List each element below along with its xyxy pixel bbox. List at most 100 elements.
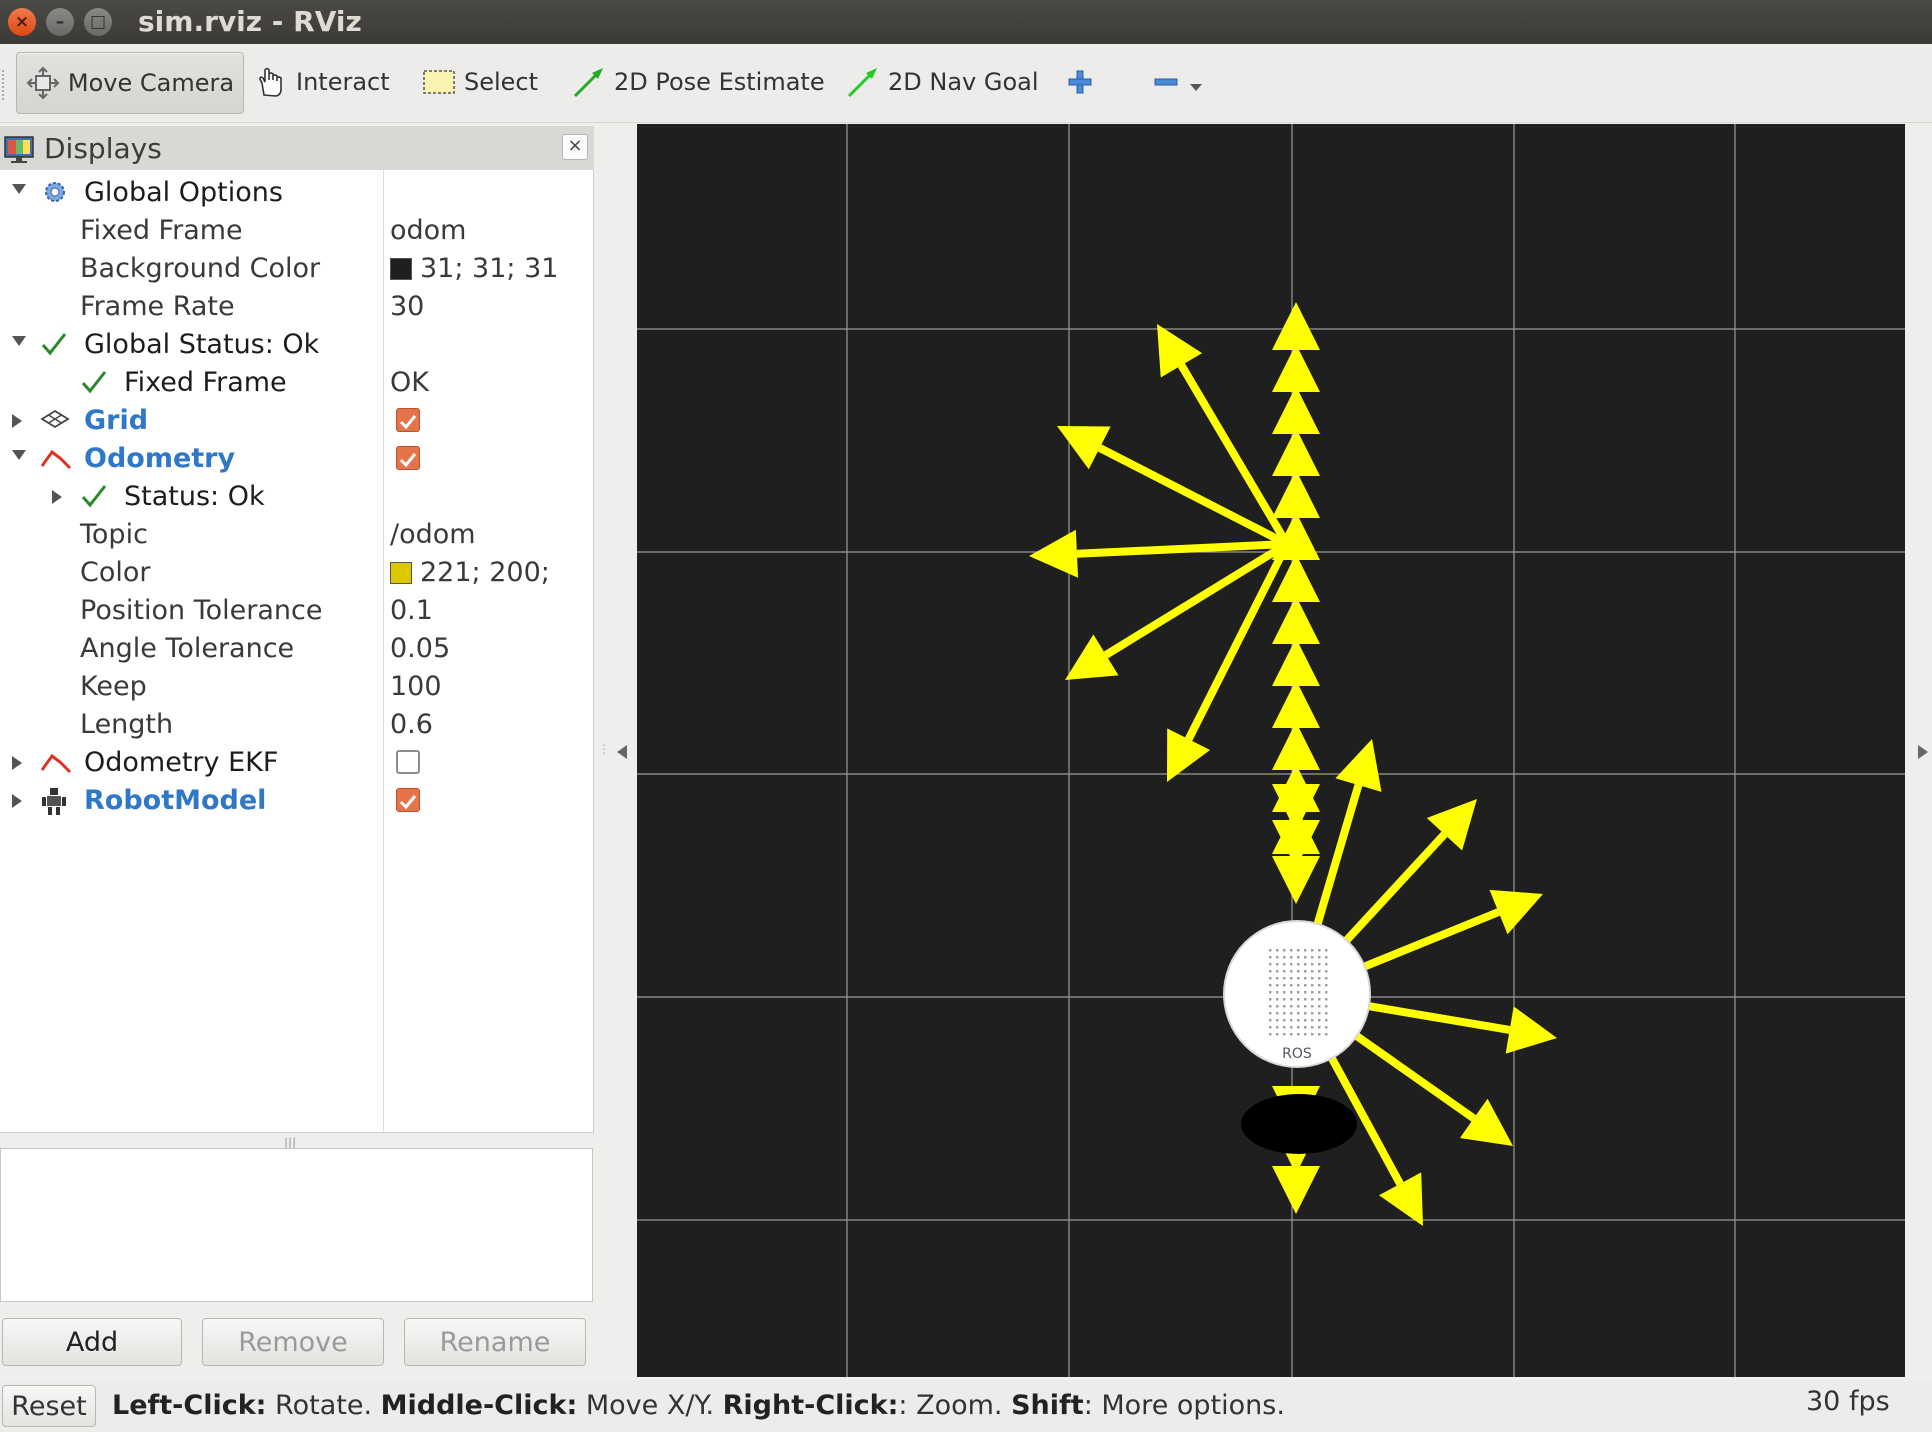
odometry-arrow <box>1272 344 1320 392</box>
keep-value[interactable]: 100 <box>390 671 442 702</box>
pose-estimate-label: 2D Pose Estimate <box>614 68 825 96</box>
length-value[interactable]: 0.6 <box>390 709 433 740</box>
tree-row-global-options[interactable]: Global Options <box>0 174 593 212</box>
tree-row-fixed-frame[interactable]: Fixed Frame odom <box>0 212 593 250</box>
robot-detail <box>1311 956 1314 959</box>
interact-button[interactable]: Interact <box>254 52 390 112</box>
window-minimize-button[interactable]: – <box>46 8 74 36</box>
fixed-frame-value[interactable]: odom <box>390 215 466 246</box>
tree-row-grid[interactable]: Grid <box>0 402 593 440</box>
tree-row-position-tolerance[interactable]: Position Tolerance 0.1 <box>0 592 593 630</box>
odometry-checkbox[interactable] <box>396 446 420 470</box>
robot-detail <box>1297 998 1300 1001</box>
tree-row-background-color[interactable]: Background Color 31; 31; 31 <box>0 250 593 288</box>
tree-row-length[interactable]: Length 0.6 <box>0 706 593 744</box>
robot-detail <box>1283 1012 1286 1015</box>
topic-label: Topic <box>80 519 148 550</box>
robot-detail <box>1283 963 1286 966</box>
robot-detail <box>1304 1019 1307 1022</box>
position-tolerance-value[interactable]: 0.1 <box>390 595 433 626</box>
toolbar-handle[interactable] <box>2 70 8 100</box>
toolbar: Move Camera Interact Select 2D Pose Esti… <box>0 44 1932 123</box>
robot-detail <box>1325 956 1328 959</box>
expand-arrow-icon[interactable] <box>12 794 22 808</box>
robot-detail <box>1318 977 1321 980</box>
tree-row-frame-rate[interactable]: Frame Rate 30 <box>0 288 593 326</box>
expand-arrow-icon[interactable] <box>12 450 26 460</box>
2d-nav-goal-button[interactable]: 2D Nav Goal <box>846 52 1039 112</box>
robot-detail <box>1283 1026 1286 1029</box>
scene-canvas[interactable]: ROS <box>637 124 1905 1377</box>
robot-detail <box>1304 1005 1307 1008</box>
gear-icon <box>45 182 65 202</box>
remove-button[interactable]: Remove <box>202 1318 384 1366</box>
robot-detail <box>1318 1012 1321 1015</box>
robot-detail <box>1276 1033 1279 1036</box>
expand-arrow-icon[interactable] <box>12 336 26 346</box>
expand-arrow-icon[interactable] <box>52 490 62 504</box>
robot-detail <box>1318 998 1321 1001</box>
add-button[interactable]: Add <box>2 1318 182 1366</box>
angle-tolerance-value[interactable]: 0.05 <box>390 633 450 664</box>
background-color-value[interactable]: 31; 31; 31 <box>390 253 558 284</box>
expand-arrow-icon[interactable] <box>12 756 22 770</box>
odometry-arrow <box>1272 596 1320 644</box>
select-button[interactable]: Select <box>422 52 538 112</box>
move-camera-button[interactable]: Move Camera <box>16 52 244 114</box>
robot-detail <box>1318 1033 1321 1036</box>
robot-model-checkbox[interactable] <box>396 788 420 812</box>
odometry-arrow <box>1272 638 1320 686</box>
nav-goal-label: 2D Nav Goal <box>888 68 1039 96</box>
grid-icon <box>40 409 70 429</box>
tree-row-robot-model[interactable]: RobotModel <box>0 782 593 820</box>
length-label: Length <box>80 709 174 740</box>
expand-arrow-icon[interactable] <box>12 184 26 194</box>
left-splitter-grip[interactable]: ⋮ <box>598 742 610 756</box>
window-close-button[interactable]: × <box>8 8 36 36</box>
frame-rate-value[interactable]: 30 <box>390 291 424 322</box>
tree-row-odometry[interactable]: Odometry <box>0 440 593 478</box>
robot-detail <box>1297 977 1300 980</box>
color-value[interactable]: 221; 200; <box>390 557 550 588</box>
collapse-left-arrow-icon[interactable] <box>617 745 627 759</box>
window-maximize-button[interactable]: □ <box>84 8 112 36</box>
tree-row-topic[interactable]: Topic /odom <box>0 516 593 554</box>
2d-pose-estimate-button[interactable]: 2D Pose Estimate <box>572 52 825 112</box>
grid-checkbox[interactable] <box>396 408 420 432</box>
odometry-arrow <box>1272 680 1320 728</box>
tree-row-angle-tolerance[interactable]: Angle Tolerance 0.05 <box>0 630 593 668</box>
3d-viewport[interactable]: ROS <box>637 124 1905 1377</box>
tree-row-odometry-ekf[interactable]: Odometry EKF <box>0 744 593 782</box>
tree-row-keep[interactable]: Keep 100 <box>0 668 593 706</box>
collapse-right-arrow-icon[interactable] <box>1918 745 1928 759</box>
displays-tree[interactable]: Global Options Fixed Frame odom Backgrou… <box>0 170 594 1133</box>
tree-row-status-fixed-frame[interactable]: Fixed Frame OK <box>0 364 593 402</box>
robot-detail <box>1304 998 1307 1001</box>
displays-close-button[interactable]: × <box>562 134 588 160</box>
reset-button[interactable]: Reset <box>2 1385 96 1427</box>
tree-row-global-status[interactable]: Global Status: Ok <box>0 326 593 364</box>
robot-detail <box>1269 1012 1272 1015</box>
tree-row-color[interactable]: Color 221; 200; <box>0 554 593 592</box>
chevron-down-icon[interactable] <box>1188 68 1204 96</box>
expand-arrow-icon[interactable] <box>12 414 22 428</box>
rename-button[interactable]: Rename <box>404 1318 586 1366</box>
add-tool-button[interactable] <box>1066 52 1102 112</box>
robot-detail <box>1318 949 1321 952</box>
remove-tool-button[interactable] <box>1152 52 1212 112</box>
keep-label: Keep <box>80 671 147 702</box>
robot-detail <box>1304 963 1307 966</box>
odometry-label: Odometry <box>84 443 236 474</box>
odometry-ekf-label: Odometry EKF <box>84 747 279 778</box>
angle-tolerance-label: Angle Tolerance <box>80 633 295 664</box>
robot-detail <box>1318 984 1321 987</box>
robot-detail <box>1276 998 1279 1001</box>
select-icon <box>423 70 455 94</box>
topic-value[interactable]: /odom <box>390 519 476 550</box>
robot-detail <box>1304 991 1307 994</box>
tree-row-odometry-status[interactable]: Status: Ok <box>0 478 593 516</box>
odometry-ekf-checkbox[interactable] <box>396 750 420 774</box>
robot-detail <box>1325 1033 1328 1036</box>
robot-detail <box>1318 963 1321 966</box>
robot-detail <box>1283 977 1286 980</box>
